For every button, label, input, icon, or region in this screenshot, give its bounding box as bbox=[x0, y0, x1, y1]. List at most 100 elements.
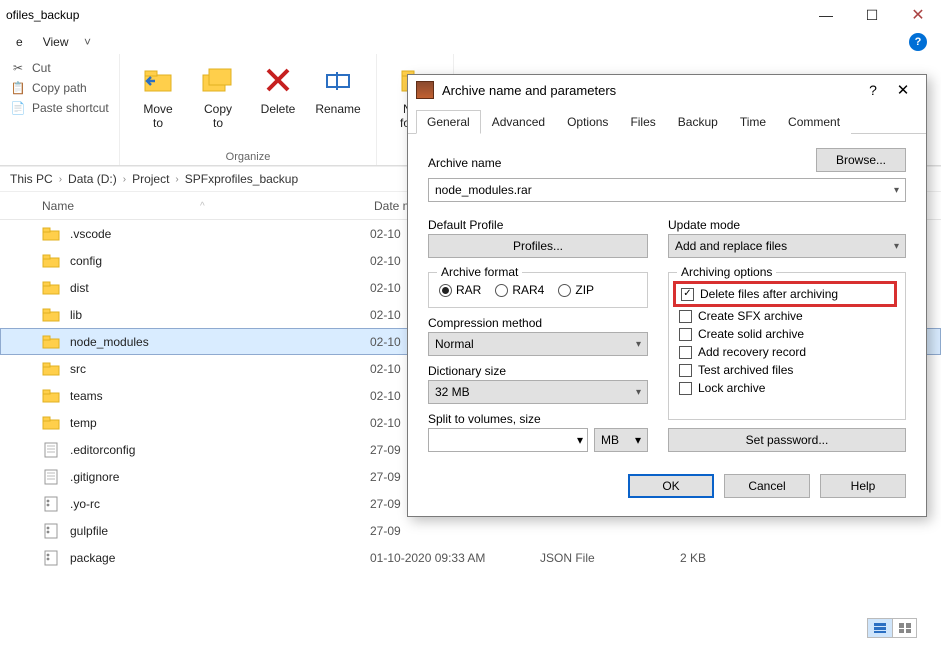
tab-comment[interactable]: Comment bbox=[777, 110, 851, 134]
check-lock[interactable]: Lock archive bbox=[679, 379, 895, 397]
label: Create solid archive bbox=[698, 327, 804, 341]
folder-icon bbox=[42, 416, 60, 430]
label: Copy to bbox=[204, 102, 232, 130]
tab-time[interactable]: Time bbox=[729, 110, 777, 134]
compression-combo[interactable]: Normal ▾ bbox=[428, 332, 648, 356]
checkbox-icon bbox=[679, 364, 692, 377]
tab-options[interactable]: Options bbox=[556, 110, 619, 134]
file-name: teams bbox=[70, 389, 370, 403]
dialog-close-button[interactable]: ✕ bbox=[888, 81, 918, 99]
chevron-right-icon: › bbox=[175, 174, 178, 185]
folder-icon bbox=[42, 254, 60, 268]
file-icon bbox=[42, 443, 60, 457]
label: Delete bbox=[261, 102, 296, 116]
paste-shortcut-button[interactable]: 📄 Paste shortcut bbox=[10, 98, 109, 118]
profiles-button[interactable]: Profiles... bbox=[428, 234, 648, 258]
tab-general[interactable]: General bbox=[416, 110, 481, 134]
check-recovery[interactable]: Add recovery record bbox=[679, 343, 895, 361]
file-name: gulpfile bbox=[70, 524, 370, 538]
file-row[interactable]: package01-10-2020 09:33 AMJSON File2 KB bbox=[0, 544, 941, 571]
file-icon bbox=[42, 524, 60, 538]
folder-icon bbox=[42, 389, 60, 403]
help-button[interactable]: Help bbox=[820, 474, 906, 498]
dictionary-label: Dictionary size bbox=[428, 364, 648, 378]
dictionary-combo[interactable]: 32 MB ▾ bbox=[428, 380, 648, 404]
file-row[interactable]: gulpfile27-09 bbox=[0, 517, 941, 544]
archive-name-value: node_modules.rar bbox=[435, 183, 532, 197]
dialog-help-button[interactable]: ? bbox=[858, 82, 888, 98]
ribbon-expand-caret[interactable]: ˅ bbox=[78, 33, 96, 51]
default-profile-label: Default Profile bbox=[428, 218, 648, 232]
cancel-button[interactable]: Cancel bbox=[724, 474, 810, 498]
file-name: package bbox=[70, 551, 370, 565]
file-name: .editorconfig bbox=[70, 443, 370, 457]
label: Test archived files bbox=[698, 363, 793, 377]
crumb[interactable]: SPFxprofiles_backup bbox=[185, 172, 298, 186]
maximize-button[interactable]: ☐ bbox=[849, 0, 895, 30]
move-to-button[interactable]: Move to bbox=[130, 58, 186, 138]
check-solid[interactable]: Create solid archive bbox=[679, 325, 895, 343]
archiving-options-legend: Archiving options bbox=[677, 265, 776, 279]
label: Rename bbox=[315, 102, 360, 116]
update-mode-combo[interactable]: Add and replace files ▾ bbox=[668, 234, 906, 258]
archive-name-label: Archive name bbox=[428, 156, 501, 170]
split-size-input[interactable]: ▾ bbox=[428, 428, 588, 452]
checkbox-icon: ✓ bbox=[681, 288, 694, 301]
chevron-down-icon: ▾ bbox=[636, 387, 641, 398]
cut-button[interactable]: ✂ Cut bbox=[10, 58, 109, 78]
delete-button[interactable]: Delete bbox=[250, 58, 306, 138]
chevron-down-icon: ▾ bbox=[636, 339, 641, 350]
delete-icon bbox=[260, 62, 296, 98]
radio-rar[interactable]: RAR bbox=[439, 283, 481, 297]
ok-button[interactable]: OK bbox=[628, 474, 714, 498]
copy-path-icon: 📋 bbox=[10, 80, 26, 96]
radio-rar4[interactable]: RAR4 bbox=[495, 283, 544, 297]
file-name: config bbox=[70, 254, 370, 268]
label: RAR bbox=[456, 283, 481, 297]
tab-advanced[interactable]: Advanced bbox=[481, 110, 556, 134]
file-name: .yo-rc bbox=[70, 497, 370, 511]
file-name: .vscode bbox=[70, 227, 370, 241]
dialog-title-bar: Archive name and parameters ? ✕ bbox=[408, 75, 926, 105]
browse-button[interactable]: Browse... bbox=[816, 148, 906, 172]
folder-icon bbox=[42, 281, 60, 295]
chevron-down-icon: ▾ bbox=[635, 433, 641, 447]
radio-zip[interactable]: ZIP bbox=[558, 283, 594, 297]
archive-name-input[interactable]: node_modules.rar ▾ bbox=[428, 178, 906, 202]
help-icon[interactable]: ? bbox=[909, 33, 927, 51]
split-unit-combo[interactable]: MB ▾ bbox=[594, 428, 648, 452]
menu-row: e View ˅ ? bbox=[0, 30, 941, 54]
details-view-button[interactable] bbox=[868, 619, 892, 637]
folder-icon bbox=[42, 227, 60, 241]
dialog-body: Archive name Browse... node_modules.rar … bbox=[408, 134, 926, 516]
crumb[interactable]: Data (D:) bbox=[68, 172, 117, 186]
crumb[interactable]: Project bbox=[132, 172, 169, 186]
large-icons-view-button[interactable] bbox=[892, 619, 916, 637]
organize-label: Organize bbox=[226, 151, 271, 163]
checkbox-icon bbox=[679, 382, 692, 395]
file-icon bbox=[42, 497, 60, 511]
rename-icon bbox=[320, 62, 356, 98]
chevron-down-icon[interactable]: ▾ bbox=[894, 185, 899, 196]
copy-to-button[interactable]: Copy to bbox=[190, 58, 246, 138]
organize-group: Move to Copy to Delete Rename O bbox=[120, 54, 377, 165]
rename-button[interactable]: Rename bbox=[310, 58, 366, 138]
tab-backup[interactable]: Backup bbox=[667, 110, 729, 134]
file-date: 01-10-2020 09:33 AM bbox=[370, 551, 540, 565]
check-test[interactable]: Test archived files bbox=[679, 361, 895, 379]
chevron-right-icon: › bbox=[59, 174, 62, 185]
tab-files[interactable]: Files bbox=[619, 110, 666, 134]
close-button[interactable]: ✕ bbox=[895, 0, 941, 30]
copy-path-button[interactable]: 📋 Copy path bbox=[10, 78, 109, 98]
check-sfx[interactable]: Create SFX archive bbox=[679, 307, 895, 325]
set-password-button[interactable]: Set password... bbox=[668, 428, 906, 452]
col-name[interactable]: Name bbox=[0, 199, 360, 213]
check-delete-after[interactable]: ✓ Delete files after archiving bbox=[681, 285, 889, 303]
value: MB bbox=[601, 433, 619, 447]
menu-view[interactable]: View bbox=[33, 33, 79, 51]
minimize-button[interactable]: — bbox=[803, 0, 849, 30]
archiving-options-group: Archiving options ✓ Delete files after a… bbox=[668, 272, 906, 420]
label: Create SFX archive bbox=[698, 309, 803, 323]
menu-share[interactable]: e bbox=[6, 33, 33, 51]
crumb[interactable]: This PC bbox=[10, 172, 53, 186]
